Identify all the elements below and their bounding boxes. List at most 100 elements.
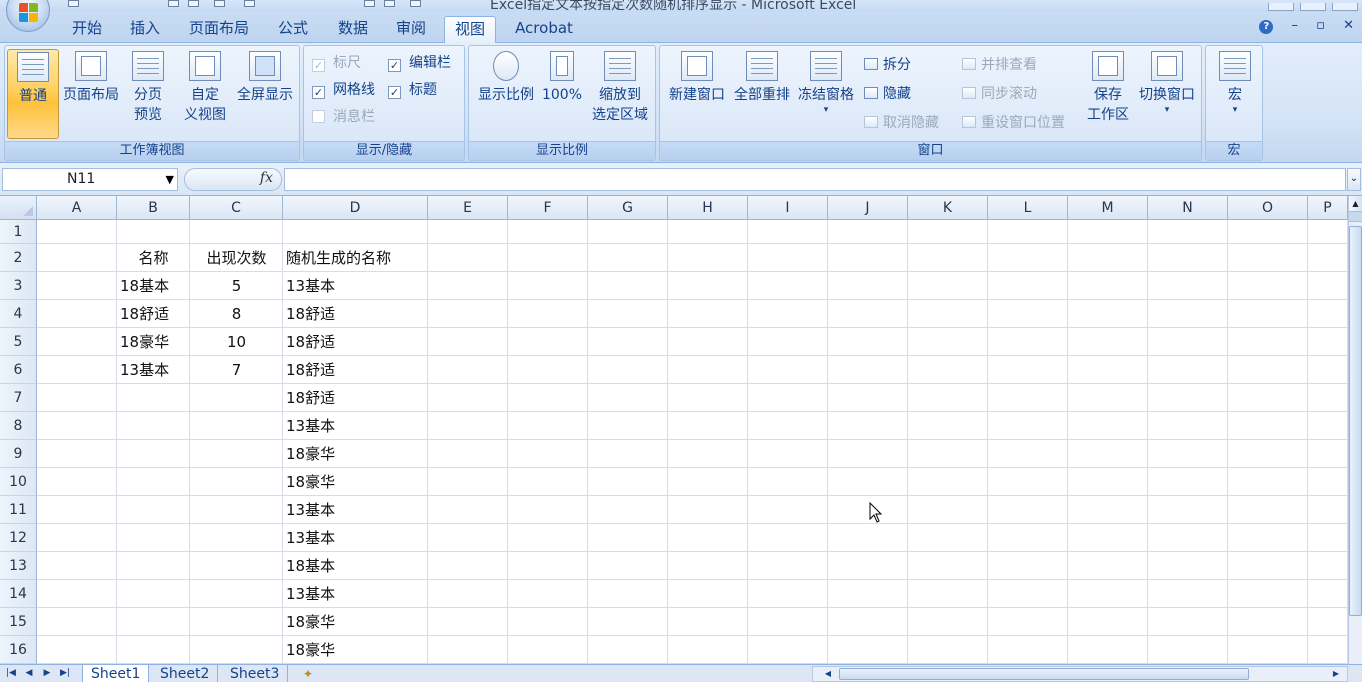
- switch-windows-button[interactable]: 切换窗口 ▾: [1134, 49, 1200, 115]
- print-preview-icon[interactable]: [214, 0, 225, 7]
- column-header-p[interactable]: P: [1308, 196, 1348, 220]
- arrange-all-button[interactable]: 全部重排: [730, 49, 794, 105]
- redo-icon[interactable]: [188, 0, 199, 7]
- column-header-o[interactable]: O: [1228, 196, 1308, 220]
- synchronous-scrolling-button[interactable]: 同步滚动: [962, 85, 1037, 103]
- undo-icon[interactable]: [168, 0, 179, 7]
- cell-d8[interactable]: 13基本: [286, 412, 335, 440]
- cell-d11[interactable]: 13基本: [286, 496, 335, 524]
- zoom-100-button[interactable]: 100%: [539, 49, 585, 105]
- scroll-right-icon[interactable]: ▶: [1329, 667, 1343, 681]
- tab-page-layout[interactable]: 页面布局: [182, 16, 256, 43]
- customize-qat-icon[interactable]: [410, 0, 421, 7]
- cell-d9[interactable]: 18豪华: [286, 440, 335, 468]
- column-header-b[interactable]: B: [117, 196, 190, 220]
- cell-d4[interactable]: 18舒适: [286, 300, 335, 328]
- name-box[interactable]: N11 ▼: [2, 168, 178, 191]
- minimize-button[interactable]: [1267, 3, 1294, 11]
- custom-views-button[interactable]: 自定 义视图: [177, 49, 233, 125]
- formula-input[interactable]: [284, 168, 1346, 191]
- macros-button[interactable]: 宏 ▾: [1210, 49, 1260, 115]
- scroll-up-icon[interactable]: ▲: [1349, 196, 1362, 212]
- row-header-13[interactable]: 13: [0, 552, 37, 580]
- freeze-panes-button[interactable]: 冻结窗格 ▾: [794, 49, 858, 115]
- sheet-tab-sheet1[interactable]: Sheet1: [82, 665, 150, 682]
- row-header-6[interactable]: 6: [0, 356, 37, 384]
- gridlines-checkbox[interactable]: ✓ 网格线: [312, 81, 375, 99]
- row-header-3[interactable]: 3: [0, 272, 37, 300]
- new-file-icon[interactable]: [364, 0, 375, 7]
- horizontal-scrollbar[interactable]: ◀ ▶: [812, 666, 1348, 682]
- tab-acrobat[interactable]: Acrobat: [506, 16, 582, 43]
- cell-d14[interactable]: 13基本: [286, 580, 335, 608]
- formula-bar-checkbox[interactable]: ✓ 编辑栏: [388, 54, 451, 72]
- page-break-preview-button[interactable]: 分页 预览: [123, 49, 173, 125]
- column-header-k[interactable]: K: [908, 196, 988, 220]
- column-header-l[interactable]: L: [988, 196, 1068, 220]
- cell-d15[interactable]: 18豪华: [286, 608, 335, 636]
- cell-b5[interactable]: 18豪华: [120, 328, 169, 356]
- insert-function-icon[interactable]: fx: [260, 170, 273, 186]
- open-file-icon[interactable]: [384, 0, 395, 7]
- column-header-g[interactable]: G: [588, 196, 668, 220]
- worksheet-grid[interactable]: A B C D E F G H I J K L M N O P 1 2 3 4 5 6 7 8 9 10 11 12 13 14 15 16 名…: [0, 196, 1348, 664]
- insert-sheet-icon[interactable]: ✦: [296, 666, 320, 682]
- ribbon-minimize-icon[interactable]: –: [1292, 18, 1299, 33]
- column-header-i[interactable]: I: [748, 196, 828, 220]
- split-button[interactable]: 拆分: [864, 56, 911, 74]
- row-header-11[interactable]: 11: [0, 496, 37, 524]
- page-layout-view-button[interactable]: 页面布局: [59, 49, 123, 105]
- new-window-button[interactable]: 新建窗口: [664, 49, 730, 105]
- row-header-14[interactable]: 14: [0, 580, 37, 608]
- zoom-to-selection-button[interactable]: 缩放到 选定区域: [587, 49, 653, 125]
- reset-window-position-button[interactable]: 重设窗口位置: [962, 114, 1065, 132]
- cell-c3[interactable]: 5: [190, 272, 283, 300]
- split-handle[interactable]: [1349, 212, 1362, 222]
- unhide-button[interactable]: 取消隐藏: [864, 114, 939, 132]
- cell-d6[interactable]: 18舒适: [286, 356, 335, 384]
- cell-d2[interactable]: 随机生成的名称: [286, 244, 391, 272]
- row-header-1[interactable]: 1: [0, 220, 37, 244]
- tab-insert[interactable]: 插入: [120, 16, 170, 43]
- ribbon-close-icon[interactable]: ✕: [1343, 18, 1354, 33]
- hide-button[interactable]: 隐藏: [864, 85, 911, 103]
- row-header-16[interactable]: 16: [0, 636, 37, 664]
- last-sheet-icon[interactable]: ▶|: [58, 666, 72, 681]
- cell-d5[interactable]: 18舒适: [286, 328, 335, 356]
- full-screen-button[interactable]: 全屏显示: [231, 49, 299, 105]
- maximize-button[interactable]: [1299, 3, 1326, 11]
- next-sheet-icon[interactable]: ▶: [40, 666, 54, 681]
- save-workspace-button[interactable]: 保存 工作区: [1082, 49, 1134, 125]
- vertical-scrollbar[interactable]: ▲: [1348, 196, 1362, 664]
- scroll-left-icon[interactable]: ◀: [821, 667, 835, 681]
- sheet-tab-sheet3[interactable]: Sheet3: [222, 665, 289, 682]
- tab-formulas[interactable]: 公式: [268, 16, 318, 43]
- row-header-4[interactable]: 4: [0, 300, 37, 328]
- cell-b3[interactable]: 18基本: [120, 272, 169, 300]
- spelling-icon[interactable]: [244, 0, 255, 7]
- row-header-2[interactable]: 2: [0, 244, 37, 272]
- vertical-scroll-thumb[interactable]: [1349, 226, 1362, 616]
- row-header-5[interactable]: 5: [0, 328, 37, 356]
- cell-c5[interactable]: 10: [190, 328, 283, 356]
- row-header-10[interactable]: 10: [0, 468, 37, 496]
- cell-c2[interactable]: 出现次数: [190, 244, 283, 272]
- sheet-tab-sheet2[interactable]: Sheet2: [152, 665, 219, 682]
- column-header-h[interactable]: H: [668, 196, 748, 220]
- cell-b4[interactable]: 18舒适: [120, 300, 169, 328]
- cell-d3[interactable]: 13基本: [286, 272, 335, 300]
- row-header-15[interactable]: 15: [0, 608, 37, 636]
- view-side-by-side-button[interactable]: 并排查看: [962, 56, 1037, 74]
- tab-review[interactable]: 审阅: [386, 16, 436, 43]
- cell-c4[interactable]: 8: [190, 300, 283, 328]
- column-header-f[interactable]: F: [508, 196, 588, 220]
- row-header-9[interactable]: 9: [0, 440, 37, 468]
- cell-d10[interactable]: 18豪华: [286, 468, 335, 496]
- column-header-n[interactable]: N: [1148, 196, 1228, 220]
- help-icon[interactable]: ?: [1259, 20, 1274, 34]
- cell-c6[interactable]: 7: [190, 356, 283, 384]
- tab-data[interactable]: 数据: [328, 16, 378, 43]
- column-header-e[interactable]: E: [428, 196, 508, 220]
- zoom-button[interactable]: 显示比例: [473, 49, 539, 105]
- column-header-a[interactable]: A: [37, 196, 117, 220]
